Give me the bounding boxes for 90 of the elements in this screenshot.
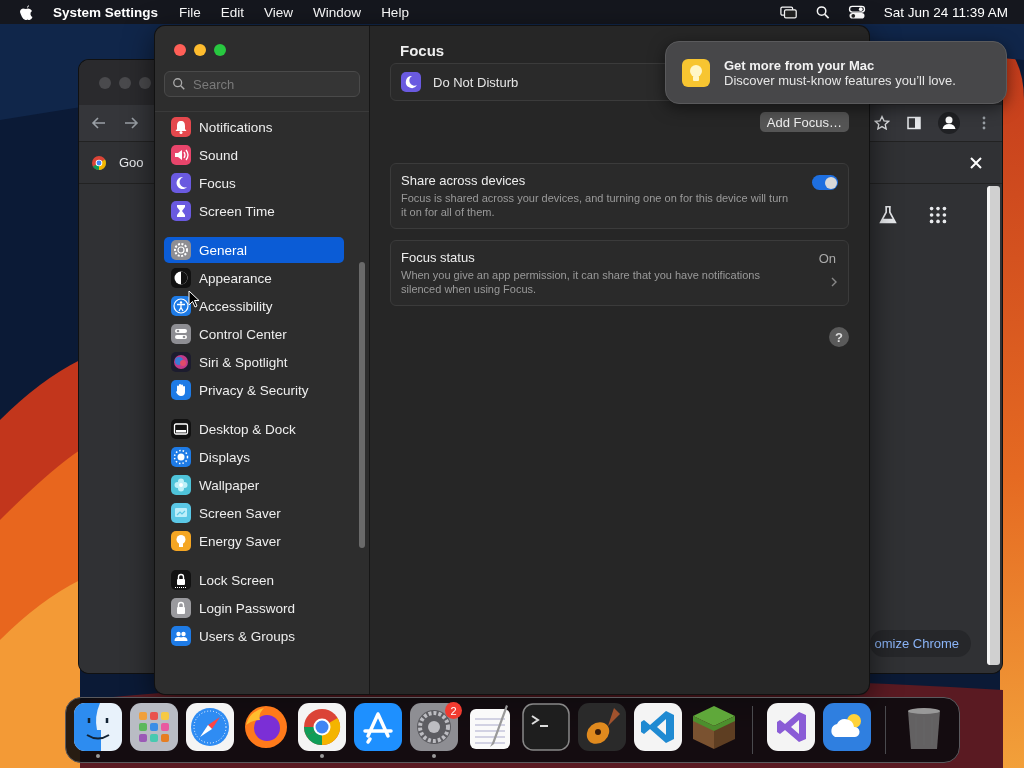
side-panel-icon[interactable] [906,115,922,131]
apple-icon[interactable] [19,4,33,20]
moon-icon [171,173,191,193]
flower-icon [171,475,191,495]
sidebar-item[interactable]: Screen Time [164,198,344,224]
back-arrow-icon[interactable] [91,115,107,131]
menu-item[interactable]: File [179,4,201,20]
ribbon-logo-icon[interactable] [634,702,682,751]
forward-arrow-icon[interactable] [123,115,139,131]
search-field[interactable]: Search [164,71,360,97]
page-title: Focus [399,41,446,61]
option-title: Share across devices [401,173,527,188]
scrollbar[interactable] [987,186,1000,665]
help-button[interactable]: ? [829,327,849,347]
menu-item[interactable]: Help [381,4,409,20]
guitar-icon[interactable] [578,702,626,751]
profile-icon[interactable] [938,112,960,134]
contrast-icon [171,268,191,288]
app-grid-icon[interactable] [130,702,178,751]
customize-button[interactable]: omize Chrome [870,630,971,657]
app-menu[interactable]: System Settings [53,4,159,20]
terminal-icon[interactable] [522,702,570,751]
sidebar-item[interactable]: Screen Saver [164,500,344,526]
close-icon[interactable] [968,154,984,171]
orb-icon [171,352,191,372]
screen-icon [171,503,191,523]
hourglass-icon [171,201,191,221]
option-value: On [818,251,836,266]
add-focus-button[interactable]: Add Focus… [759,112,849,132]
menu-item[interactable]: View [264,4,294,20]
sidebar-item[interactable]: Lock Screen [164,567,344,593]
app-store-icon[interactable] [354,702,402,751]
option-description: When you give an app permission, it can share that you have notifications silenced when using Focus. [401,268,761,296]
flask-icon[interactable] [877,204,899,226]
gear-icon [171,240,191,260]
sidebar-item[interactable]: Wallpaper [164,472,344,498]
notification-badge: 2 [445,702,462,719]
accessibility-icon [171,296,191,316]
search-icon [172,77,186,91]
toggle-switch[interactable] [812,175,838,190]
close-button[interactable] [174,44,186,56]
sidebar-item[interactable]: Control Center [164,321,344,347]
compass-icon[interactable] [186,702,234,751]
scrollbar[interactable] [359,262,365,548]
moon-icon [401,72,421,92]
bulb-icon [171,531,191,551]
ring-logo-icon[interactable] [298,702,346,751]
sidebar-item[interactable]: Users & Groups [164,623,344,649]
sidebar-item[interactable]: Notifications [164,114,344,140]
zoom-button[interactable] [214,44,226,56]
menu-item[interactable]: Edit [220,4,245,20]
star-icon[interactable] [874,115,890,131]
screen-mirroring-icon[interactable] [779,4,798,20]
bell-icon [171,117,191,137]
clock[interactable]: Sat Jun 24 11:39 AM [883,4,1008,20]
switches-icon [171,324,191,344]
apps-grid-icon[interactable] [927,204,949,226]
option-description: Focus is shared across your devices, and turning one on for this device will turn it on for all of them. [401,191,790,219]
cloud-sun-icon[interactable] [823,702,871,751]
bulb-icon [682,58,710,87]
ring-logo-icon [91,154,107,171]
gear-icon[interactable] [410,702,458,751]
sidebar-item[interactable]: Siri & Spotlight [164,349,344,375]
sidebar-item[interactable]: Privacy & Security [164,377,344,403]
sun-icon [171,447,191,467]
sidebar-item[interactable]: Accessibility [164,293,344,319]
speaker-icon [171,145,191,165]
sidebar-item[interactable]: Appearance [164,265,344,291]
menu-item[interactable]: Window [313,4,362,20]
sidebar-item[interactable]: Login Password [164,595,344,621]
sidebar-item[interactable]: Energy Saver [164,528,344,554]
pointer-icon [188,290,200,308]
infinity-logo-icon[interactable] [767,702,815,751]
split-face-icon[interactable] [74,702,122,751]
sidebar-item[interactable]: Desktop & Dock [164,416,344,442]
lock-icon [171,570,191,590]
hand-icon [171,380,191,400]
sidebar-item[interactable]: Displays [164,444,344,470]
tab-title[interactable]: Goo [119,155,144,170]
option-title: Focus status [401,250,476,265]
sidebar-item[interactable]: General [164,237,344,263]
notification[interactable]: Get more from your Mac Discover must-know features you’ll love. [665,41,1007,104]
lock-icon [171,598,191,618]
chevron-icon[interactable] [830,276,838,288]
sidebar-item[interactable]: Focus [164,170,344,196]
sidebar-item[interactable]: Sound [164,142,344,168]
people-icon [171,626,191,646]
dock-icon [171,419,191,439]
minimize-button[interactable] [194,44,206,56]
control-center-icon[interactable] [847,4,866,20]
